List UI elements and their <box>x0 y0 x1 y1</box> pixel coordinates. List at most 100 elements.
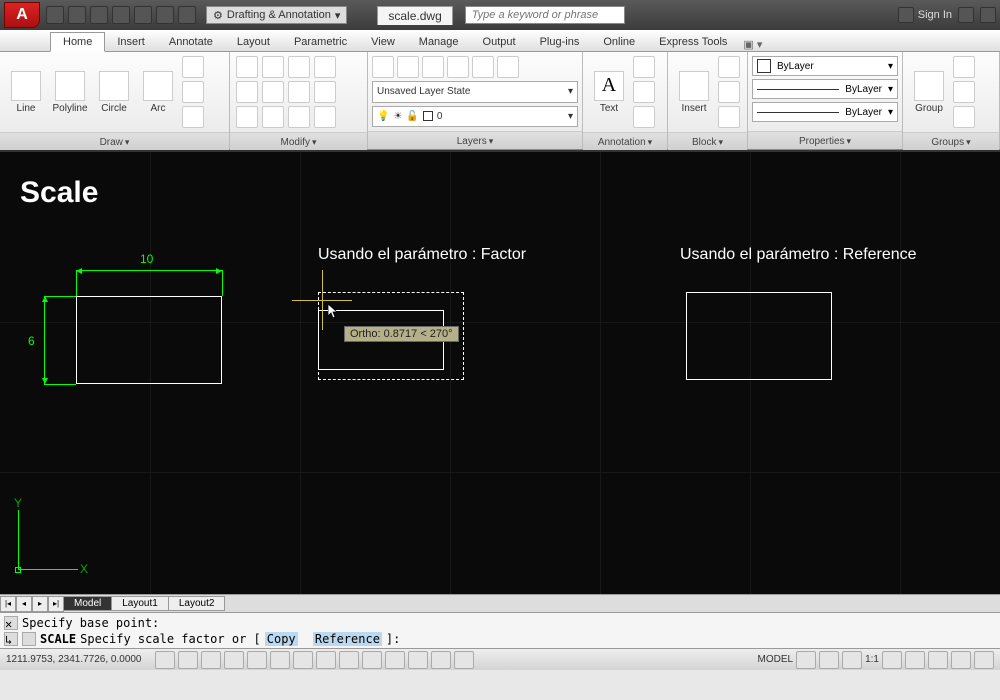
tab-layout1[interactable]: Layout1 <box>111 596 169 611</box>
qp-icon[interactable] <box>431 651 451 669</box>
rectangle-icon[interactable] <box>182 56 204 78</box>
open-icon[interactable] <box>68 6 86 24</box>
tab-home[interactable]: Home <box>50 32 105 52</box>
layer-state-combo[interactable]: Unsaved Layer State▾ <box>372 81 578 103</box>
stretch-icon[interactable] <box>236 106 258 128</box>
layer-prop-icon[interactable] <box>372 56 394 78</box>
tab-output[interactable]: Output <box>471 33 528 51</box>
sheet-last-icon[interactable]: ▸| <box>48 596 64 612</box>
redo-icon[interactable] <box>178 6 196 24</box>
ellipse-icon[interactable] <box>182 81 204 103</box>
status-scale[interactable]: 1:1 <box>865 654 879 665</box>
cmd-opt-copy[interactable]: Copy <box>265 632 298 646</box>
sheet-first-icon[interactable]: |◂ <box>0 596 16 612</box>
rotate-icon[interactable] <box>262 56 284 78</box>
otrack-icon[interactable] <box>316 651 336 669</box>
dimension-icon[interactable] <box>633 56 655 78</box>
tool-insert[interactable]: Insert <box>674 71 714 114</box>
create-block-icon[interactable] <box>718 56 740 78</box>
tab-expresstools[interactable]: Express Tools <box>647 33 739 51</box>
sc-icon[interactable] <box>454 651 474 669</box>
clean-screen-icon[interactable] <box>974 651 994 669</box>
panel-groups-title[interactable]: Groups▾ <box>903 132 999 150</box>
workspace-selector[interactable]: ⚙ Drafting & Annotation ▾ <box>206 6 347 24</box>
sheet-prev-icon[interactable]: ◂ <box>16 596 32 612</box>
layer-iso-icon[interactable] <box>422 56 444 78</box>
search-input[interactable] <box>465 6 625 24</box>
annoscale-icon[interactable] <box>842 651 862 669</box>
tab-insert[interactable]: Insert <box>105 33 157 51</box>
color-combo[interactable]: ByLayer▾ <box>752 56 898 76</box>
cmd-recent-icon[interactable] <box>22 632 36 646</box>
linetype-combo[interactable]: ByLayer▾ <box>752 102 898 122</box>
hardware-accel-icon[interactable] <box>928 651 948 669</box>
tool-polyline[interactable]: Polyline <box>50 71 90 114</box>
edit-attr-icon[interactable] <box>718 106 740 128</box>
status-qv-icon[interactable] <box>819 651 839 669</box>
osnap-icon[interactable] <box>270 651 290 669</box>
tab-parametric[interactable]: Parametric <box>282 33 359 51</box>
ducs-icon[interactable] <box>339 651 359 669</box>
save-icon[interactable] <box>90 6 108 24</box>
group-edit-icon[interactable] <box>953 81 975 103</box>
table-icon[interactable] <box>633 106 655 128</box>
tool-text[interactable]: AText <box>589 71 629 114</box>
erase-icon[interactable] <box>314 56 336 78</box>
fillet-icon[interactable] <box>288 81 310 103</box>
move-icon[interactable] <box>236 56 258 78</box>
tool-group[interactable]: Group <box>909 71 949 114</box>
status-model[interactable]: MODEL <box>758 654 794 665</box>
signin-button[interactable]: Sign In <box>898 7 952 23</box>
leader-icon[interactable] <box>633 81 655 103</box>
trim-icon[interactable] <box>288 56 310 78</box>
hatch-icon[interactable] <box>182 106 204 128</box>
saveas-icon[interactable] <box>112 6 130 24</box>
undo-icon[interactable] <box>156 6 174 24</box>
layer-lock-icon[interactable] <box>472 56 494 78</box>
plot-icon[interactable] <box>134 6 152 24</box>
drawing-canvas[interactable]: Scale Usando el parámetro : Factor Usand… <box>0 150 1000 594</box>
ribbon-expand-icon[interactable]: ▣ ▾ <box>743 38 762 51</box>
layer-off-icon[interactable] <box>497 56 519 78</box>
ortho-icon[interactable] <box>224 651 244 669</box>
polar-icon[interactable] <box>247 651 267 669</box>
panel-block-title[interactable]: Block▾ <box>668 132 747 150</box>
cmd-opt-reference[interactable]: Reference <box>313 632 382 646</box>
panel-modify-title[interactable]: Modify▾ <box>230 132 367 150</box>
layer-freeze-icon[interactable] <box>447 56 469 78</box>
tool-circle[interactable]: Circle <box>94 71 134 114</box>
panel-annotation-title[interactable]: Annotation▾ <box>583 132 667 150</box>
lineweight-combo[interactable]: ByLayer▾ <box>752 79 898 99</box>
mirror-icon[interactable] <box>262 81 284 103</box>
offset-icon[interactable] <box>314 106 336 128</box>
lwt-icon[interactable] <box>385 651 405 669</box>
array-icon[interactable] <box>288 106 310 128</box>
tab-model[interactable]: Model <box>63 596 112 611</box>
copy-icon[interactable] <box>236 81 258 103</box>
grid-icon[interactable] <box>201 651 221 669</box>
tab-plugins[interactable]: Plug-ins <box>528 33 592 51</box>
cmd-close-icon[interactable]: ✕ <box>4 616 18 630</box>
help-icon[interactable] <box>980 7 996 23</box>
panel-draw-title[interactable]: Draw▾ <box>0 132 229 150</box>
layer-current-combo[interactable]: 💡 ☀ 🔓 0 ▾ <box>372 106 578 128</box>
status-grid2-icon[interactable] <box>796 651 816 669</box>
app-logo[interactable]: A <box>4 2 40 28</box>
panel-properties-title[interactable]: Properties▾ <box>748 131 902 149</box>
snap-icon[interactable] <box>178 651 198 669</box>
dyn-icon[interactable] <box>362 651 382 669</box>
tab-view[interactable]: View <box>359 33 407 51</box>
panel-layers-title[interactable]: Layers▾ <box>368 131 582 149</box>
file-tab[interactable]: scale.dwg <box>377 6 452 25</box>
isolate-icon[interactable] <box>951 651 971 669</box>
infer-constraints-icon[interactable] <box>155 651 175 669</box>
ws-switch-icon[interactable] <box>905 651 925 669</box>
ungroup-icon[interactable] <box>953 56 975 78</box>
tool-line[interactable]: Line <box>6 71 46 114</box>
annovis-icon[interactable] <box>882 651 902 669</box>
osnap3d-icon[interactable] <box>293 651 313 669</box>
exchange-icon[interactable] <box>958 7 974 23</box>
explode-icon[interactable] <box>314 81 336 103</box>
tab-online[interactable]: Online <box>591 33 647 51</box>
tool-arc[interactable]: Arc <box>138 71 178 114</box>
